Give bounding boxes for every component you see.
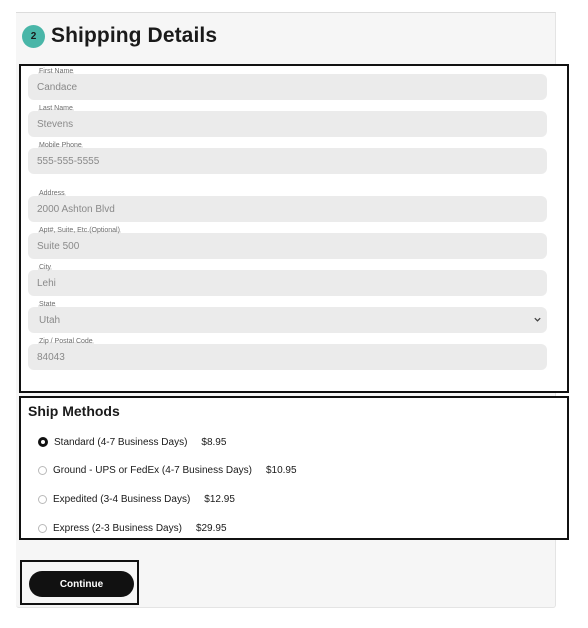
apt-suite-field[interactable]: Apt#, Suite, Etc.(Optional) Suite 500 [28,227,547,259]
shipping-form: First Name Candace Last Name Stevens Mob… [19,64,569,393]
mobile-phone-field[interactable]: Mobile Phone 555-555-5555 [28,142,547,174]
ship-option-price: $10.95 [265,464,297,476]
ship-option-label: Expedited (3-4 Business Days) [53,493,191,505]
ship-methods-section: Ship Methods Standard (4-7 Business Days… [19,396,569,540]
first-name-label: First Name [38,68,75,76]
address-value: 2000 Ashton Blvd [37,204,115,215]
apt-suite-label: Apt#, Suite, Etc.(Optional) [38,227,121,235]
ship-option-price: $12.95 [204,493,235,505]
first-name-value: Candace [37,82,78,93]
section-header: 2 Shipping Details [22,20,217,52]
radio-unselected-icon[interactable] [38,494,47,504]
ship-option-standard[interactable]: Standard (4-7 Business Days) $8.95 [38,435,226,449]
mobile-phone-value: 555-555-5555 [37,156,100,167]
radio-selected-icon[interactable] [38,437,48,447]
last-name-label: Last Name [38,105,74,113]
ship-methods-title: Ship Methods [28,403,120,419]
step-badge: 2 [22,24,45,48]
first-name-field[interactable]: First Name Candace [28,68,547,100]
city-value: Lehi [37,278,56,289]
zip-code-value: 84043 [37,352,65,363]
last-name-value: Stevens [37,119,74,130]
city-label: City [38,264,53,272]
address-field[interactable]: Address 2000 Ashton Blvd [28,190,547,222]
zip-code-field[interactable]: Zip / Postal Code 84043 [28,338,547,370]
city-field[interactable]: City Lehi [28,264,547,296]
state-value: Utah [39,315,61,326]
last-name-field[interactable]: Last Name Stevens [28,105,547,137]
apt-suite-value: Suite 500 [37,241,80,252]
address-label: Address [38,190,66,198]
continue-container: Continue [20,560,139,605]
ship-option-label: Express (2-3 Business Days) [53,522,182,534]
radio-unselected-icon[interactable] [38,523,47,533]
state-select[interactable]: State Utah [28,301,547,333]
zip-code-label: Zip / Postal Code [38,338,94,346]
ship-option-price: $8.95 [201,436,227,448]
mobile-phone-label: Mobile Phone [38,142,83,150]
ship-option-ground[interactable]: Ground - UPS or FedEx (4-7 Business Days… [38,463,297,477]
chevron-down-icon [534,317,541,322]
ship-option-label: Ground - UPS or FedEx (4-7 Business Days… [53,464,252,476]
radio-unselected-icon[interactable] [38,465,47,475]
state-label: State [38,301,57,309]
ship-option-label: Standard (4-7 Business Days) [54,436,188,448]
page-title: Shipping Details [51,24,218,47]
continue-button[interactable]: Continue [29,571,134,597]
ship-option-price: $29.95 [195,522,227,534]
ship-option-express[interactable]: Express (2-3 Business Days) $29.95 [38,521,227,535]
ship-option-expedited[interactable]: Expedited (3-4 Business Days) $12.95 [38,492,235,506]
